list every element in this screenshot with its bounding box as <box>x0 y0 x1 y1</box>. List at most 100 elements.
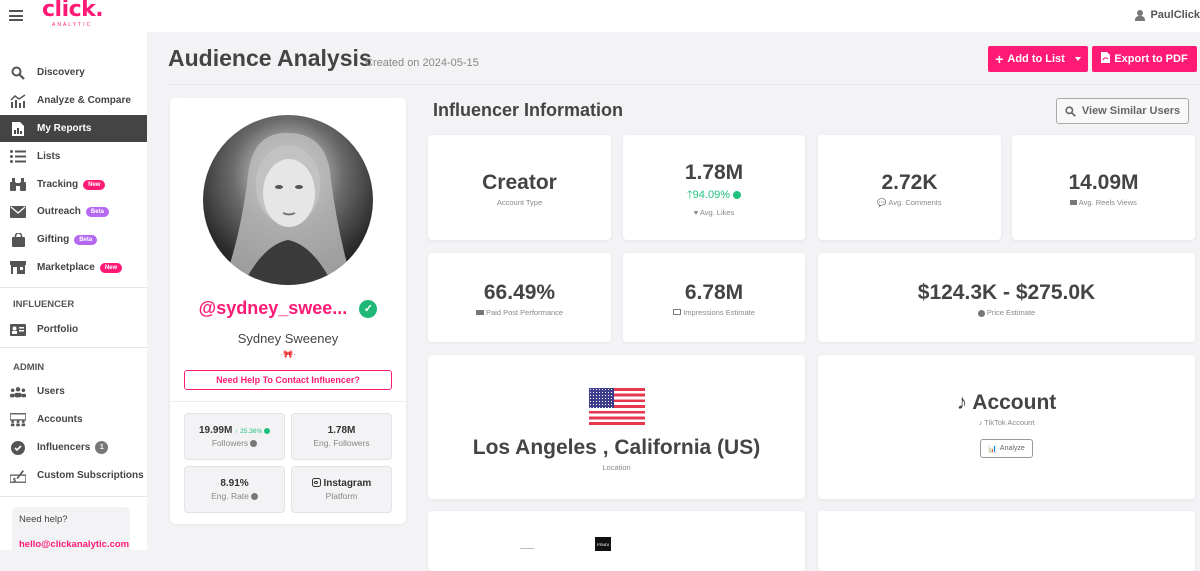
eng-rate-value: 8.91% <box>220 478 249 489</box>
sidebar-item-label: Analyze & Compare <box>37 95 131 106</box>
card-avg-likes: 1.78M 🡑94.09% ♥ Avg. Likes <box>623 135 805 240</box>
verified-icon <box>10 440 26 455</box>
info-icon[interactable] <box>733 191 742 200</box>
info-icon[interactable] <box>250 440 258 448</box>
stat-followers: 19.99M ↑ 25.36% Followers <box>184 413 285 460</box>
sidebar-item-label: Custom Subscriptions <box>37 470 144 481</box>
contact-influencer-button[interactable]: Need Help To Contact Influencer? <box>184 370 392 390</box>
info-icon[interactable] <box>250 493 258 501</box>
dollar-circle-icon <box>977 309 985 317</box>
account-type-label: Account Type <box>496 198 543 207</box>
user-menu[interactable]: PaulClick <box>1135 9 1200 21</box>
sidebar: Discovery Analyze & Compare My Reports L… <box>0 32 147 550</box>
avatar <box>203 115 373 285</box>
page-title: Audience Analysis <box>168 45 372 71</box>
sidebar-item-label: Portfolio <box>37 324 79 335</box>
card-tiktok-account: ♪ Account ♪ TikTok Account 📊 Analyze <box>818 355 1195 499</box>
instagram-icon <box>311 478 321 487</box>
avg-likes-value: 1.78M <box>684 161 744 184</box>
account-type-value: Creator <box>482 171 557 194</box>
card-avg-comments: 2.72K 💬 Avg. Comments <box>818 135 1001 240</box>
sidebar-item-tracking[interactable]: Tracking New <box>0 171 147 198</box>
followers-value: 19.99M <box>198 425 233 436</box>
card-price-estimate: $124.3K - $275.0K Price Estimate <box>818 253 1195 342</box>
sidebar-item-custom-subscriptions[interactable]: $ Custom Subscriptions <box>0 462 147 489</box>
analyze-icon <box>10 93 26 108</box>
verified-badge-icon: ✓ <box>359 299 378 318</box>
header-divider <box>168 84 1200 85</box>
price-value: $124.3K - $275.0K <box>917 281 1096 304</box>
sidebar-item-label: Marketplace <box>37 262 95 273</box>
location-label: Location <box>602 463 631 472</box>
platform-value: Instagram <box>323 478 372 489</box>
brand-logo-small <box>520 548 534 549</box>
sidebar-item-label: Discovery <box>37 67 85 78</box>
tiktok-icon: ♪ <box>956 391 968 414</box>
help-email-link[interactable]: hello@clickanalytic.com <box>19 539 129 550</box>
beta-badge: Beta <box>74 234 98 245</box>
sidebar-item-marketplace[interactable]: Marketplace New <box>0 254 147 281</box>
avg-likes-growth-value: 94.09% <box>692 189 730 201</box>
card-location: Los Angeles , California (US) Location <box>428 355 805 499</box>
count-badge: 1 <box>95 441 109 454</box>
sidebar-item-users[interactable]: Users <box>0 378 147 405</box>
logo[interactable]: click. <box>42 0 104 22</box>
id-card-icon <box>10 323 26 337</box>
analyze-icon: 📊 <box>988 445 997 453</box>
location-value: Los Angeles , California (US) <box>472 436 761 459</box>
created-date: Created on 2024-05-15 <box>365 57 479 69</box>
hamburger-menu-icon[interactable] <box>9 10 23 21</box>
new-badge: New <box>99 262 123 273</box>
user-icon <box>1135 9 1146 21</box>
ad-icon <box>475 310 484 315</box>
logo-subtitle: ANALYTIC <box>52 22 93 28</box>
eng-rate-label: Eng. Rate <box>211 491 249 501</box>
followers-label: Followers <box>211 438 249 448</box>
avg-likes-label: Avg. Likes <box>699 208 735 217</box>
influencer-name: Sydney Sweeney <box>237 331 339 346</box>
sidebar-item-lists[interactable]: Lists <box>0 143 147 170</box>
card-impressions-estimate: 6.78M Impressions Estimate <box>623 253 805 342</box>
influencer-handle[interactable]: @sydney_swee... ✓ <box>170 298 406 319</box>
avg-comments-value: 2.72K <box>881 171 938 194</box>
avg-likes-growth: 🡑94.09% <box>623 186 805 205</box>
sidebar-item-accounts[interactable]: Accounts <box>0 406 147 433</box>
brand-logo-fendi: FENDI <box>595 537 611 551</box>
caret-down-icon <box>1074 57 1081 61</box>
report-icon <box>10 121 26 136</box>
sidebar-item-label: Users <box>37 386 65 397</box>
sidebar-item-gifting[interactable]: Gifting Beta <box>0 226 147 253</box>
paid-post-label: Paid Post Performance <box>485 308 564 317</box>
profile-divider <box>170 401 406 402</box>
bag-icon <box>10 232 26 247</box>
analyze-button[interactable]: 📊 Analyze <box>980 439 1033 458</box>
export-pdf-button[interactable]: Export to PDF <box>1092 46 1197 72</box>
sidebar-item-label: Gifting <box>37 234 70 245</box>
subscription-icon: $ <box>10 469 26 483</box>
followers-growth-value: 25.36% <box>240 428 263 435</box>
impressions-value: 6.78M <box>684 281 744 304</box>
export-pdf-label: Export to PDF <box>1114 53 1188 65</box>
section-label-admin: ADMIN <box>13 362 45 373</box>
add-to-list-button[interactable]: + Add to List <box>988 46 1088 72</box>
info-icon[interactable] <box>264 428 271 435</box>
sidebar-item-discovery[interactable]: Discovery <box>0 59 147 86</box>
sidebar-item-label: Lists <box>37 151 61 162</box>
sidebar-item-influencers[interactable]: Influencers 1 <box>0 434 147 461</box>
heart-icon: ♥ <box>693 208 699 217</box>
sidebar-item-portfolio[interactable]: Portfolio <box>0 316 147 343</box>
sidebar-item-label: Accounts <box>37 414 83 425</box>
card-account-type: Creator Account Type <box>428 135 611 240</box>
impressions-label: Impressions Estimate <box>683 308 755 317</box>
sidebar-item-outreach[interactable]: Outreach Beta <box>0 198 147 225</box>
stat-eng-rate: 8.91% Eng. Rate <box>184 466 285 513</box>
beta-badge: Beta <box>85 206 109 217</box>
sidebar-item-analyze-compare[interactable]: Analyze & Compare <box>0 87 147 114</box>
sidebar-item-my-reports[interactable]: My Reports <box>0 115 147 142</box>
view-similar-users-button[interactable]: View Similar Users <box>1056 98 1189 124</box>
section-title: Influencer Information <box>433 100 624 120</box>
video-icon <box>1070 200 1078 205</box>
card-empty <box>818 511 1195 571</box>
avg-comments-label: Avg. Comments <box>888 198 942 207</box>
search-icon <box>10 66 26 80</box>
